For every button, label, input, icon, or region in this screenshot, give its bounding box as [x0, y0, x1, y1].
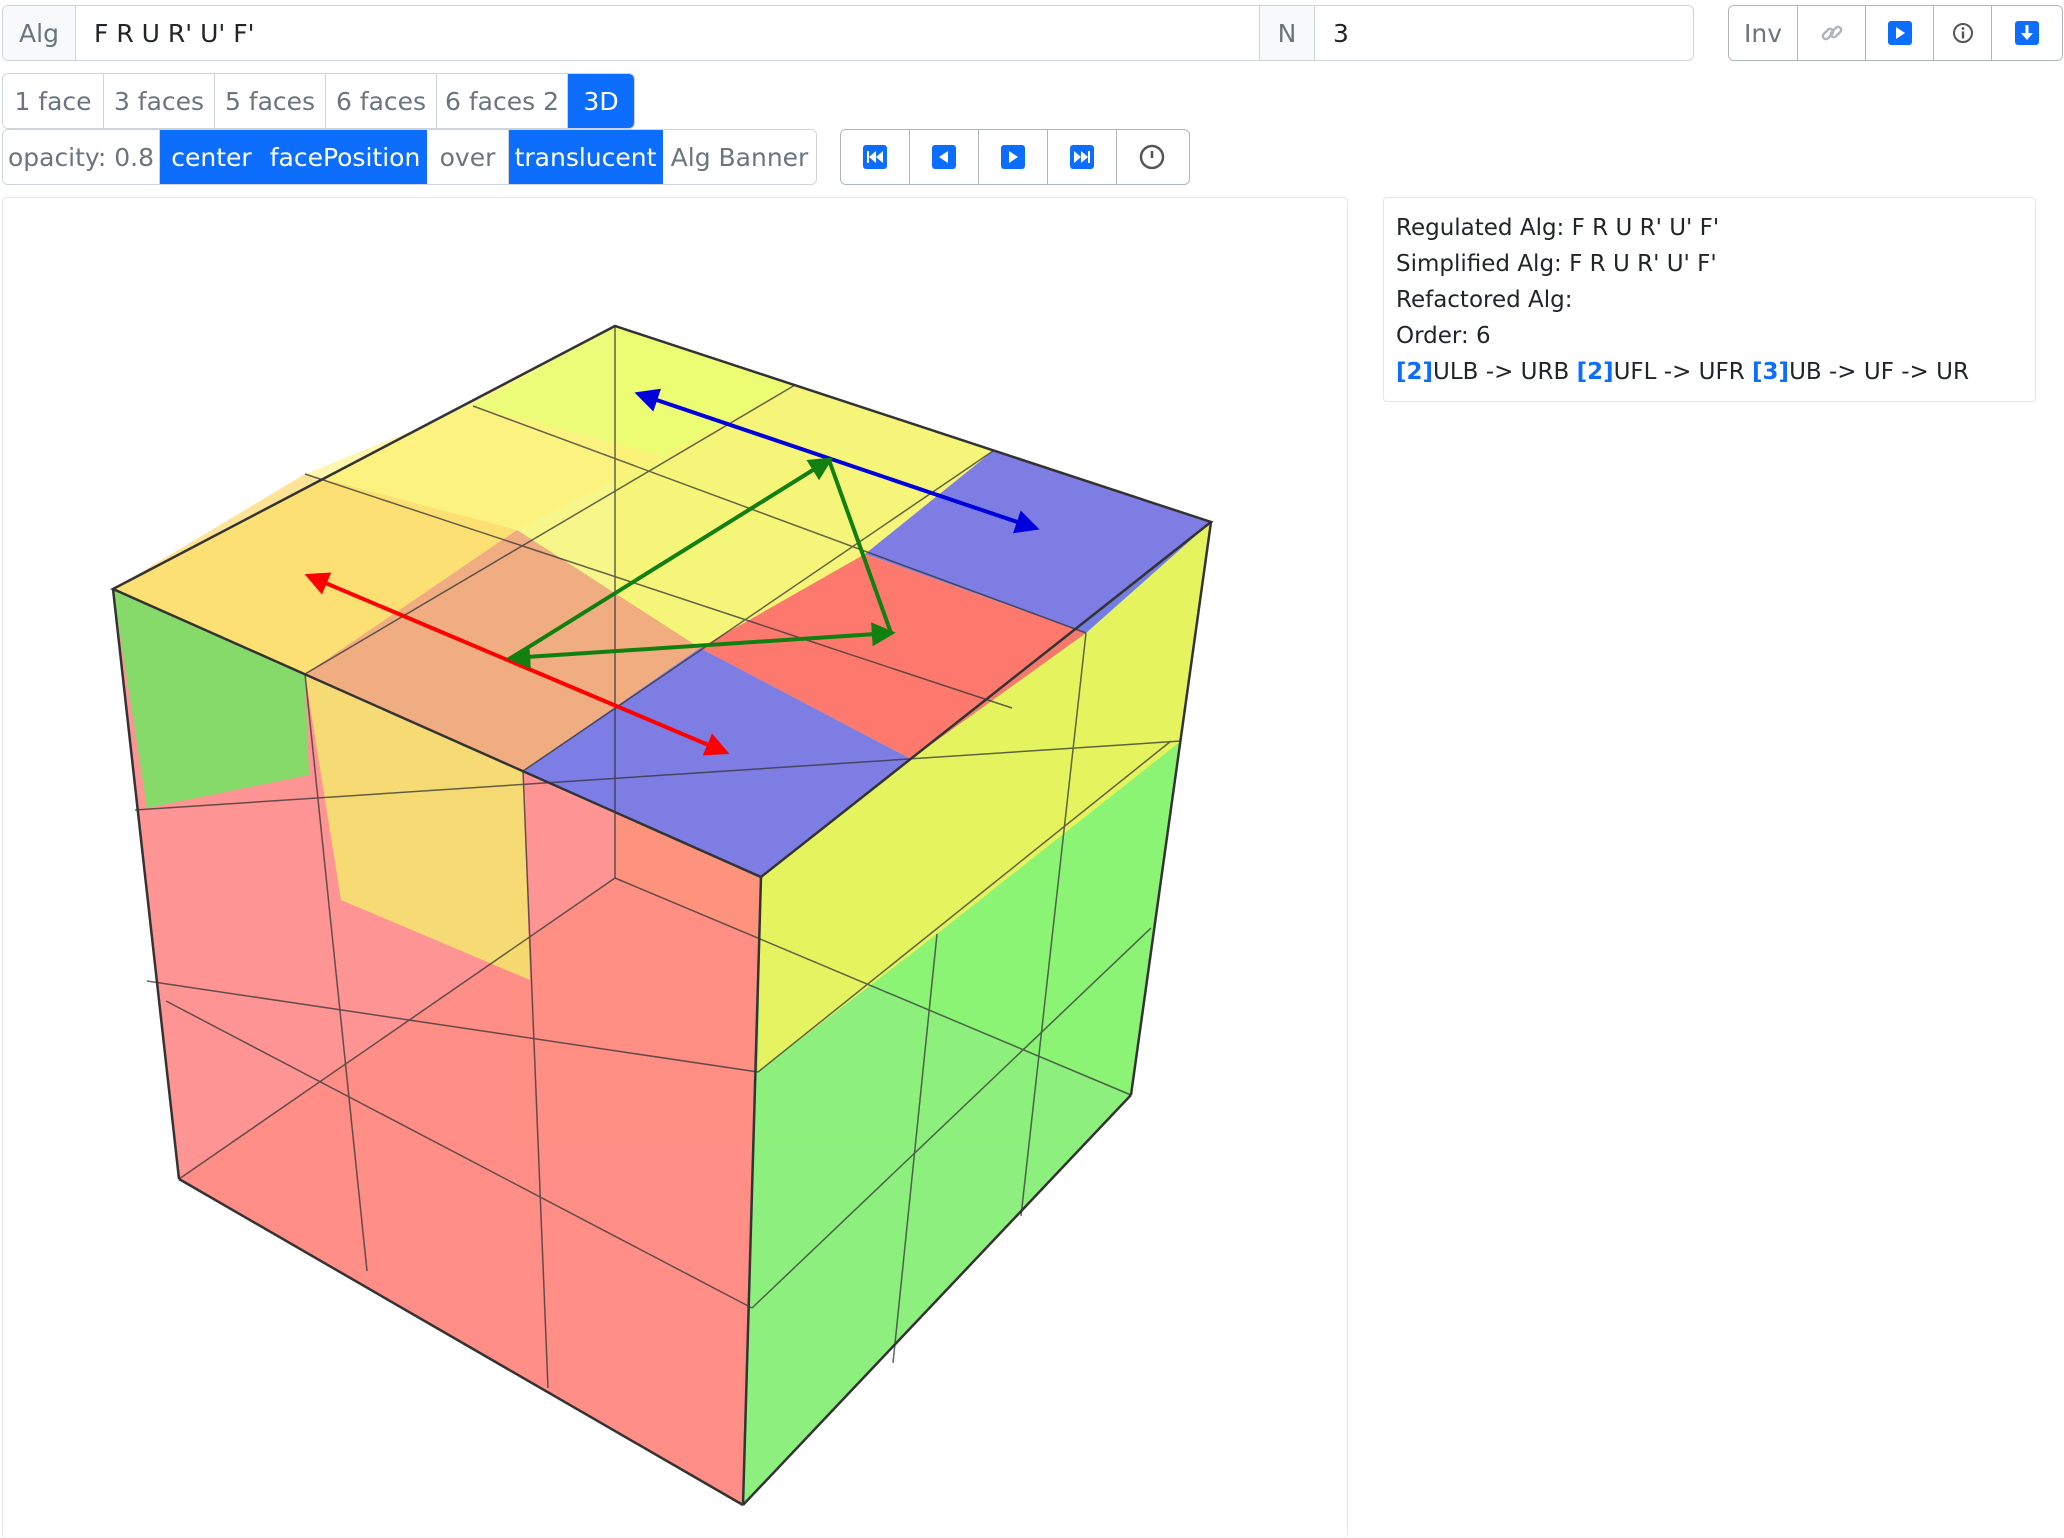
tab-6-faces-2[interactable]: 6 faces 2 [437, 74, 568, 128]
alg-order: Order: 6 [1396, 323, 1491, 349]
tab-3-faces[interactable]: 3 faces [104, 74, 215, 128]
alg-label: Alg [3, 6, 76, 60]
info-button[interactable] [1934, 6, 1992, 60]
cube-3d-render[interactable] [3, 198, 1347, 1538]
link-button[interactable] [1798, 6, 1866, 60]
n-input[interactable]: 3 [1315, 6, 1691, 60]
cycle-count: [2] [1396, 359, 1434, 385]
play-button[interactable] [1866, 6, 1934, 60]
option-faceposition[interactable]: facePosition [264, 130, 427, 184]
skip-to-end-icon [1069, 144, 1095, 170]
option-opacity-0-8[interactable]: opacity: 0.8 [3, 130, 160, 184]
cycle-text: UFL -> UFR [1613, 359, 1745, 385]
cube-viewer[interactable] [2, 197, 1348, 1538]
option-alg-banner[interactable]: Alg Banner [663, 130, 816, 184]
simplified-alg: Simplified Alg: F R U R' U' F' [1396, 251, 1717, 277]
step-back-button[interactable] [910, 130, 979, 184]
regulated-alg: Regulated Alg: F R U R' U' F' [1396, 215, 1720, 241]
tab-3d[interactable]: 3D [568, 74, 634, 128]
tab-1-face[interactable]: 1 face [3, 74, 104, 128]
alg-input[interactable]: F R U R' U' F' [76, 6, 1260, 60]
step-forward-icon [1000, 144, 1026, 170]
download-button[interactable] [1992, 6, 2062, 60]
info-icon [1952, 22, 1974, 44]
clock-icon [1139, 144, 1165, 170]
tab-5-faces[interactable]: 5 faces [215, 74, 326, 128]
view-tabs: 1 face 3 faces 5 faces 6 faces 6 faces 2 3D [2, 73, 635, 129]
skip-end-button[interactable] [1048, 130, 1117, 184]
n-label: N [1260, 6, 1315, 60]
refactored-alg: Refactored Alg: [1396, 287, 1573, 313]
step-back-icon [931, 144, 957, 170]
step-forward-button[interactable] [979, 130, 1048, 184]
inverse-button[interactable]: Inv [1729, 6, 1798, 60]
option-over[interactable]: over [427, 130, 509, 184]
tab-6-faces[interactable]: 6 faces [326, 74, 437, 128]
alg-input-group: Alg F R U R' U' F' N 3 [2, 5, 1694, 61]
alg-info-panel: Regulated Alg: F R U R' U' F' Simplified… [1383, 197, 2036, 402]
cycle-text: ULB -> URB [1433, 359, 1570, 385]
cycle-count: [3] [1752, 359, 1790, 385]
skip-start-button[interactable] [841, 130, 910, 184]
cycle-count: [2] [1576, 359, 1614, 385]
options-bar: opacity: 0.8 center facePosition over transl… [2, 129, 817, 185]
timer-button[interactable] [1117, 130, 1186, 184]
skip-to-start-icon [862, 144, 888, 170]
playback-controls [840, 129, 1190, 185]
play-icon [1887, 20, 1913, 46]
cycle-text: UB -> UF -> UR [1789, 359, 1969, 385]
option-center[interactable]: center [160, 130, 264, 184]
link-icon [1819, 20, 1845, 46]
cycle-list: [2]ULB -> URB [2]UFL -> UFR [3]UB -> UF … [1396, 354, 2035, 390]
download-icon [2014, 20, 2040, 46]
option-translucent[interactable]: translucent [509, 130, 663, 184]
right-toolbar: Inv [1728, 5, 2063, 61]
